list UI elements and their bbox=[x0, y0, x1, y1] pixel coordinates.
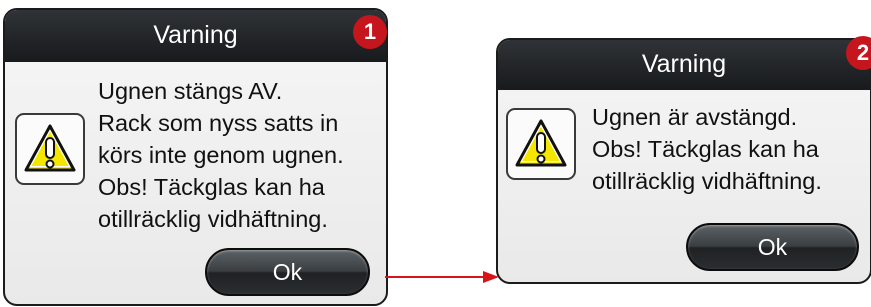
dialog-title: Varning bbox=[498, 40, 870, 90]
warning-dialog-1: Varning Ugnen stängs AV. Rack som nyss s… bbox=[3, 8, 388, 306]
warning-triangle-icon bbox=[15, 113, 85, 185]
dialog-title: Varning bbox=[5, 10, 386, 62]
warning-triangle-icon bbox=[506, 108, 576, 180]
dialog-message: Ugnen stängs AV. Rack som nyss satts in … bbox=[98, 78, 344, 232]
dialog-message: Ugnen är avstängd. Obs! Täckglas kan ha … bbox=[592, 104, 822, 194]
ok-button[interactable]: Ok bbox=[205, 248, 370, 296]
arrow-right-icon bbox=[385, 271, 499, 283]
callout-badge-1: 1 bbox=[353, 15, 387, 49]
warning-dialog-2: Varning Ugnen är avstängd. Obs! Täckglas… bbox=[496, 38, 871, 284]
ok-button[interactable]: Ok bbox=[686, 223, 859, 271]
